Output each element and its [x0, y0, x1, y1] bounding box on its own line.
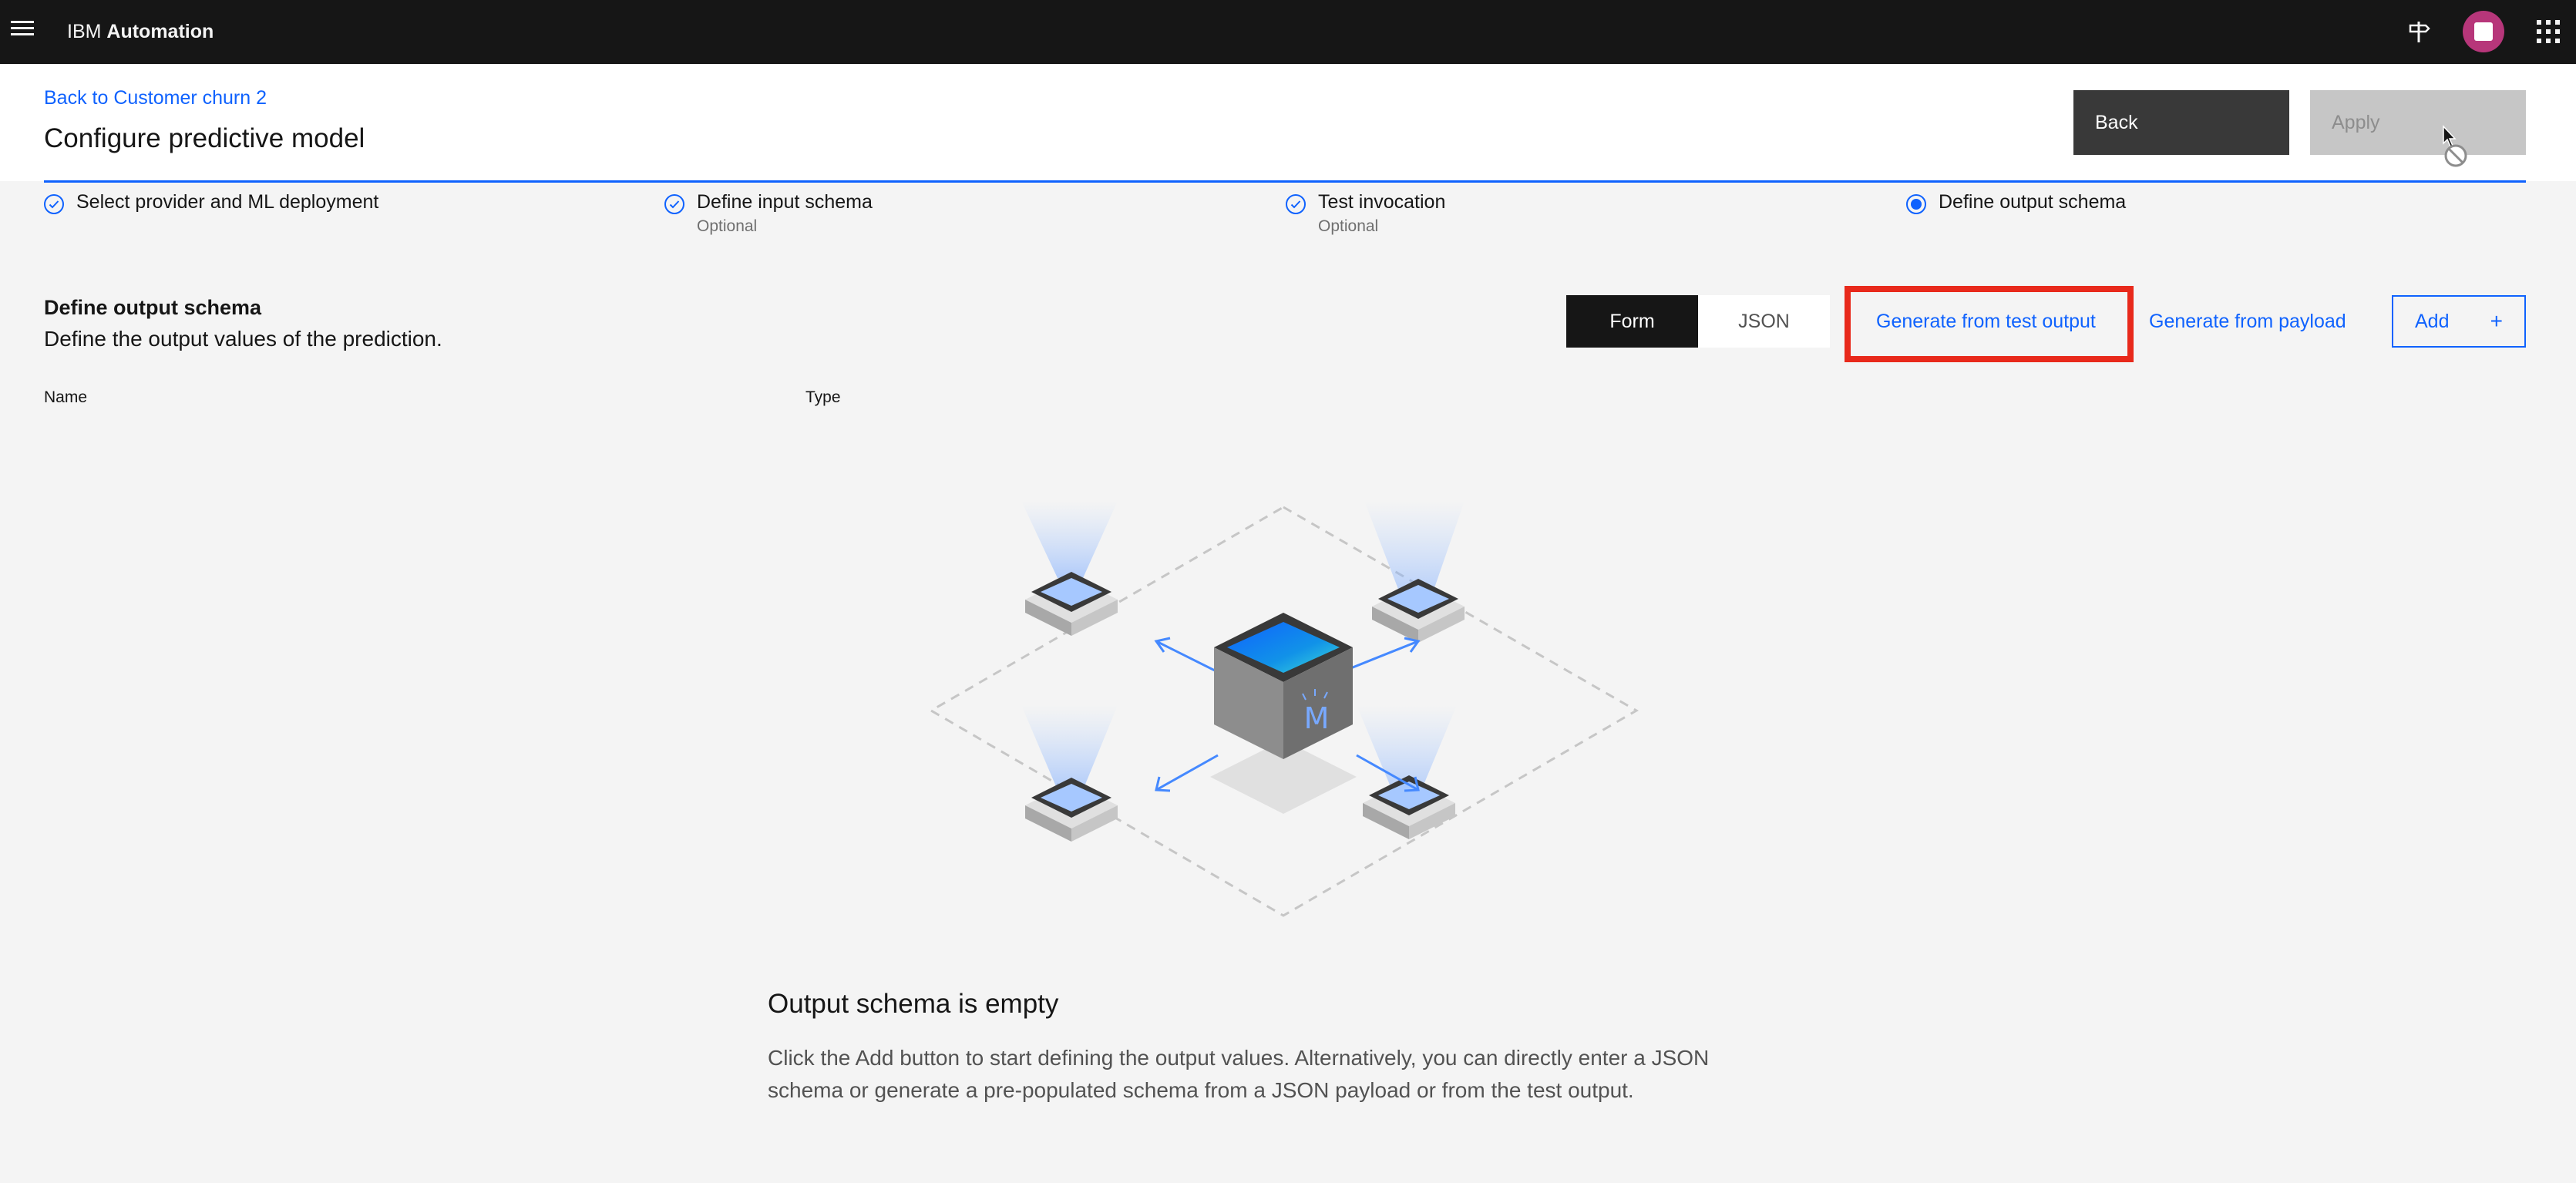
step-label: Define output schema	[1939, 191, 2127, 213]
highlight-annotation	[1845, 286, 2134, 362]
add-button[interactable]: Add +	[2392, 295, 2526, 348]
brand-prefix: IBM	[67, 21, 102, 42]
brand[interactable]: IBM Automation	[67, 18, 214, 45]
platform-top-left	[1025, 572, 1118, 636]
model-cube: M	[1214, 613, 1353, 759]
step-optional: Optional	[697, 217, 758, 235]
form-toggle[interactable]: Form	[1566, 295, 1698, 348]
apply-button[interactable]: Apply	[2310, 90, 2526, 155]
platform-top-right	[1372, 579, 1465, 643]
model-distribution-illustration: M	[925, 493, 1642, 925]
add-label: Add	[2415, 310, 2450, 332]
page-title: Configure predictive model	[44, 123, 365, 153]
step-label: Select provider and ML deployment	[76, 191, 379, 213]
not-allowed-cursor-icon	[2442, 125, 2473, 175]
avatar[interactable]	[2463, 11, 2504, 52]
help-signpost-icon[interactable]	[2403, 16, 2434, 47]
empty-state-description: Click the Add button to start defining t…	[768, 1046, 1710, 1102]
empty-state-title: Output schema is empty	[768, 989, 1059, 1019]
column-header-type: Type	[805, 388, 841, 406]
app-switcher-icon[interactable]	[2533, 16, 2564, 47]
generate-from-payload-button[interactable]: Generate from payload	[2149, 295, 2346, 348]
step-label: Define input schema	[697, 191, 873, 213]
header-divider	[44, 180, 2526, 183]
view-toggle: Form JSON	[1566, 295, 1830, 348]
cube-glyph: M	[1304, 701, 1330, 735]
add-icon: +	[2490, 309, 2503, 333]
checkmark-icon	[1286, 194, 1306, 214]
checkmark-icon	[664, 194, 684, 214]
step-label: Test invocation	[1318, 191, 1446, 213]
checkmark-icon	[44, 194, 64, 214]
column-header-name: Name	[44, 388, 88, 406]
back-to-model-link[interactable]: Back to Customer churn 2	[44, 87, 267, 109]
back-button[interactable]: Back	[2073, 90, 2289, 155]
section-title: Define output schema	[44, 296, 262, 319]
brand-name: Automation	[106, 21, 214, 42]
page-header: Back to Customer churn 2 Configure predi…	[0, 64, 2576, 183]
step-optional: Optional	[1318, 217, 1379, 235]
menu-icon[interactable]	[11, 21, 35, 42]
current-step-icon	[1906, 194, 1926, 214]
top-navigation-bar: IBM Automation	[0, 0, 2576, 64]
section-description: Define the output values of the predicti…	[44, 327, 442, 351]
platform-bottom-left	[1025, 778, 1118, 842]
json-toggle[interactable]: JSON	[1698, 295, 1830, 348]
